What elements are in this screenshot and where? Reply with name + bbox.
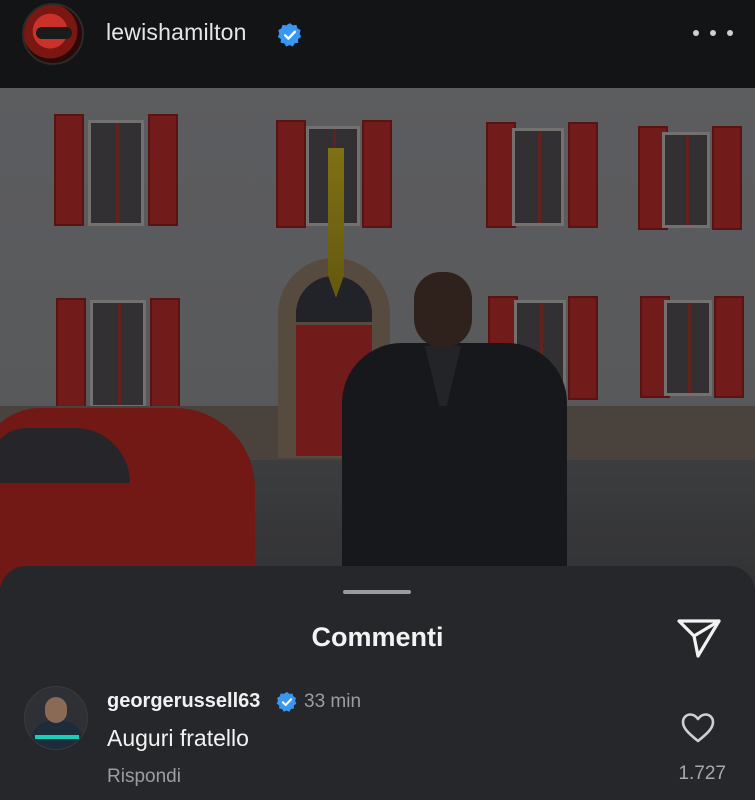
comment-username[interactable]: georgerussell63 [107,690,260,713]
more-options-icon[interactable] [693,22,733,44]
commenter-avatar[interactable] [24,686,88,750]
avatar-face [45,697,67,723]
post-photo[interactable] [0,88,755,588]
comments-sheet: Commenti georgerussell63 33 min Auguri f… [0,566,755,800]
post-header: lewishamilton [0,0,755,88]
reply-button[interactable]: Rispondi [107,766,181,788]
like-count: 1.727 [678,763,726,784]
sheet-title: Commenti [311,622,444,652]
comment-timestamp: 33 min [304,691,362,712]
helmet-visor [36,27,72,39]
profile-username[interactable]: lewishamilton [106,19,247,46]
send-icon[interactable] [676,616,722,660]
avatar-stripe [35,735,79,739]
comment-text: Auguri fratello [107,725,249,751]
dot [727,30,733,36]
sheet-drag-handle[interactable] [343,590,411,594]
dot [710,30,716,36]
heart-icon[interactable] [680,712,716,744]
verified-badge-icon [276,691,297,712]
photo-dim-overlay [0,88,755,588]
profile-avatar[interactable] [22,3,84,65]
dot [693,30,699,36]
verified-badge-icon [277,23,302,47]
